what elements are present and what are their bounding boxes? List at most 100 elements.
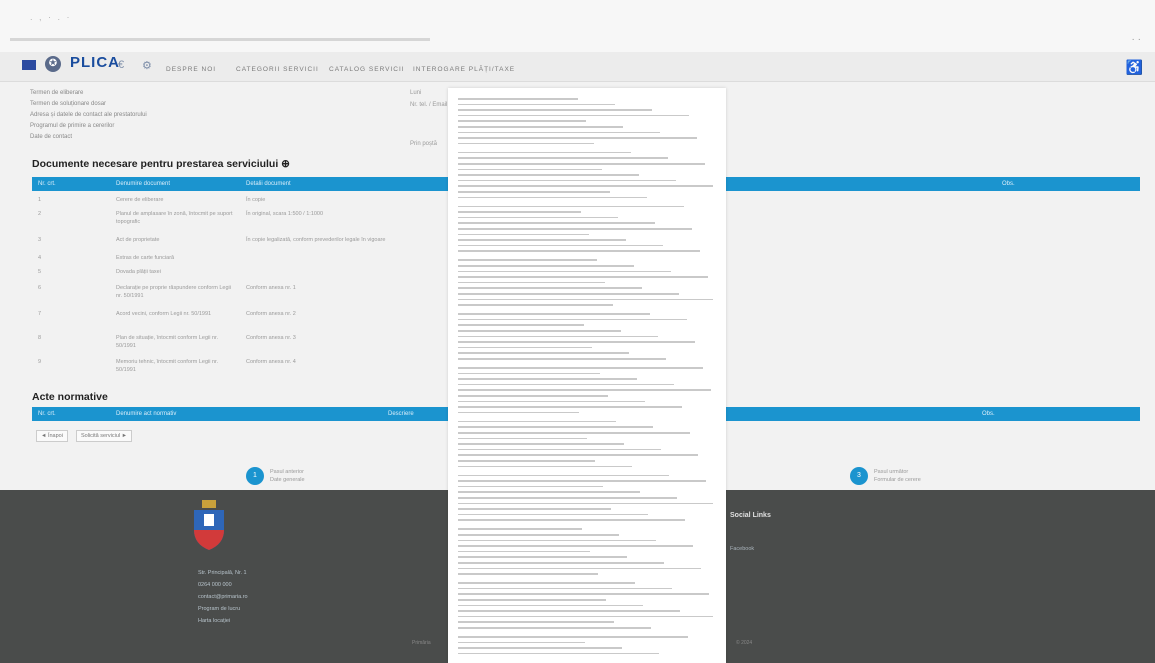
nav-categorii-servicii[interactable]: CATEGORII SERVICII (236, 66, 319, 73)
footer-email[interactable]: contact@primaria.ro (198, 594, 248, 600)
scan-text-line (458, 485, 603, 488)
scan-text-line (458, 545, 693, 547)
scan-text-line (458, 168, 602, 171)
scan-text-line (458, 304, 613, 306)
scan-text-line (458, 191, 610, 193)
scan-text-line (458, 406, 682, 408)
scan-text-line (458, 647, 622, 649)
scan-text-line (458, 114, 689, 117)
scan-text-line (458, 281, 605, 284)
scan-text-line (458, 179, 676, 182)
documents-title: Documente necesare pentru prestarea serv… (32, 158, 290, 170)
next-step-label: Pasul următor Formular de cerere (874, 468, 921, 484)
previous-step-line2: Date generale (270, 477, 305, 483)
scan-text-line (458, 346, 592, 349)
cell-nr: 3 (38, 237, 42, 243)
scan-text-line (458, 109, 652, 111)
th-acte-nr: Nr. crt. (38, 411, 56, 417)
cell-name: Cerere de eliberare (116, 197, 164, 203)
scan-text-line (458, 599, 606, 601)
euro-icon[interactable]: € (118, 59, 124, 71)
scan-text-line (458, 587, 672, 590)
side-note-luni: Luni (410, 90, 422, 96)
scan-text-line (458, 443, 624, 445)
th-acte-denumire: Denumire act normativ (116, 411, 177, 417)
browser-top-area: . , · . · · · (0, 0, 1155, 52)
cell-nr: 6 (38, 285, 42, 291)
cell-detail: Conform anexa nr. 2 (246, 311, 296, 317)
address-bar[interactable] (10, 38, 430, 41)
scan-text-line (458, 432, 690, 434)
th-acte-obs: Obs. (982, 411, 995, 417)
nav-despre-noi[interactable]: DESPRE NOI (166, 66, 216, 73)
scan-text-line (458, 460, 595, 462)
cell-detail: Conform anexa nr. 1 (246, 285, 296, 291)
footer-map[interactable]: Harta locației (198, 618, 230, 624)
request-service-button[interactable]: Solicită serviciul ► (76, 430, 133, 442)
nav-catalog-servicii[interactable]: CATALOG SERVICII (329, 66, 405, 73)
cell-name: Act de proprietate (116, 237, 160, 243)
facebook-link[interactable]: Facebook (730, 546, 754, 552)
nav-interogare-plati[interactable]: INTEROGARE PLĂȚI/TAXE (413, 66, 515, 73)
accessibility-icon[interactable]: ♿ (1126, 59, 1143, 76)
footer-address[interactable]: Str. Principală, Nr. 1 (198, 570, 247, 576)
scan-text-line (458, 621, 614, 623)
footer-program[interactable]: Program de lucru (198, 606, 240, 612)
cell-name: Extras de carte funciară (116, 255, 175, 261)
scan-text-line (458, 395, 608, 397)
th-detalii: Detalii document (246, 181, 291, 187)
scan-text-line (458, 293, 679, 295)
cell-name: Dovada plății taxei (116, 269, 161, 275)
scan-text-line (458, 513, 648, 516)
scan-text-line (458, 211, 581, 213)
settings-icon[interactable]: ⚙ (142, 59, 152, 72)
scan-text-line (458, 502, 713, 505)
window-controls[interactable]: · · (1132, 34, 1141, 45)
previous-step-label: Pasul anterior Date generale (270, 468, 305, 484)
scan-text-line (458, 216, 618, 219)
scan-text-line (458, 400, 645, 403)
scan-text-line (458, 196, 647, 199)
cell-detail: În copie legalizată, conform prevederilo… (246, 237, 386, 243)
scan-text-line (458, 244, 663, 247)
scan-text-line (458, 239, 626, 241)
scan-text-line (458, 474, 669, 477)
scan-text-line (458, 358, 666, 360)
scan-text-line (458, 120, 586, 122)
scan-text-line (458, 352, 629, 354)
back-button[interactable]: ◄ Înapoi (36, 430, 68, 442)
scan-text-line (458, 604, 643, 607)
scan-text-line (458, 519, 685, 521)
cell-name: Memoriu tehnic, întocmit conform Legii n… (116, 359, 219, 373)
scan-text-line (458, 367, 703, 369)
scan-text-line (458, 157, 668, 159)
cell-detail: În original, scara 1:500 / 1:1000 (246, 211, 324, 217)
cell-nr: 2 (38, 211, 42, 217)
scan-text-line (458, 465, 632, 468)
scan-text-line (458, 259, 597, 261)
cell-name: Declarație pe proprie răspundere conform… (116, 285, 231, 299)
footer-phone[interactable]: 0264 000 000 (198, 582, 232, 588)
next-step-line1: Pasul următor (874, 469, 909, 475)
th-nr: Nr. crt. (38, 181, 56, 187)
scan-text-line (458, 420, 616, 423)
scan-text-line (458, 383, 674, 386)
scan-text-line (458, 185, 713, 187)
cell-detail: Conform anexa nr. 4 (246, 359, 296, 365)
cell-name: Acord vecini, conform Legii nr. 50/1991 (116, 311, 212, 317)
government-seal-icon: ✪ (45, 56, 61, 72)
plica-logo[interactable]: PLICA (70, 54, 120, 71)
scan-text-line (458, 497, 677, 499)
scan-text-line (458, 137, 697, 139)
scan-text-line (458, 265, 634, 267)
previous-step-button[interactable]: 1 (246, 467, 264, 485)
next-step-button[interactable]: 3 (850, 467, 868, 485)
site-header: ✪ PLICA € ⚙ DESPRE NOI CATEGORII SERVICI… (0, 52, 1155, 82)
cell-nr: 8 (38, 335, 42, 341)
scan-text-line (458, 228, 692, 230)
scan-text-line (458, 270, 671, 273)
scan-text-line (458, 437, 587, 440)
scan-text-line (458, 126, 623, 128)
scan-text-line (458, 480, 706, 482)
scan-text-line (458, 276, 708, 278)
